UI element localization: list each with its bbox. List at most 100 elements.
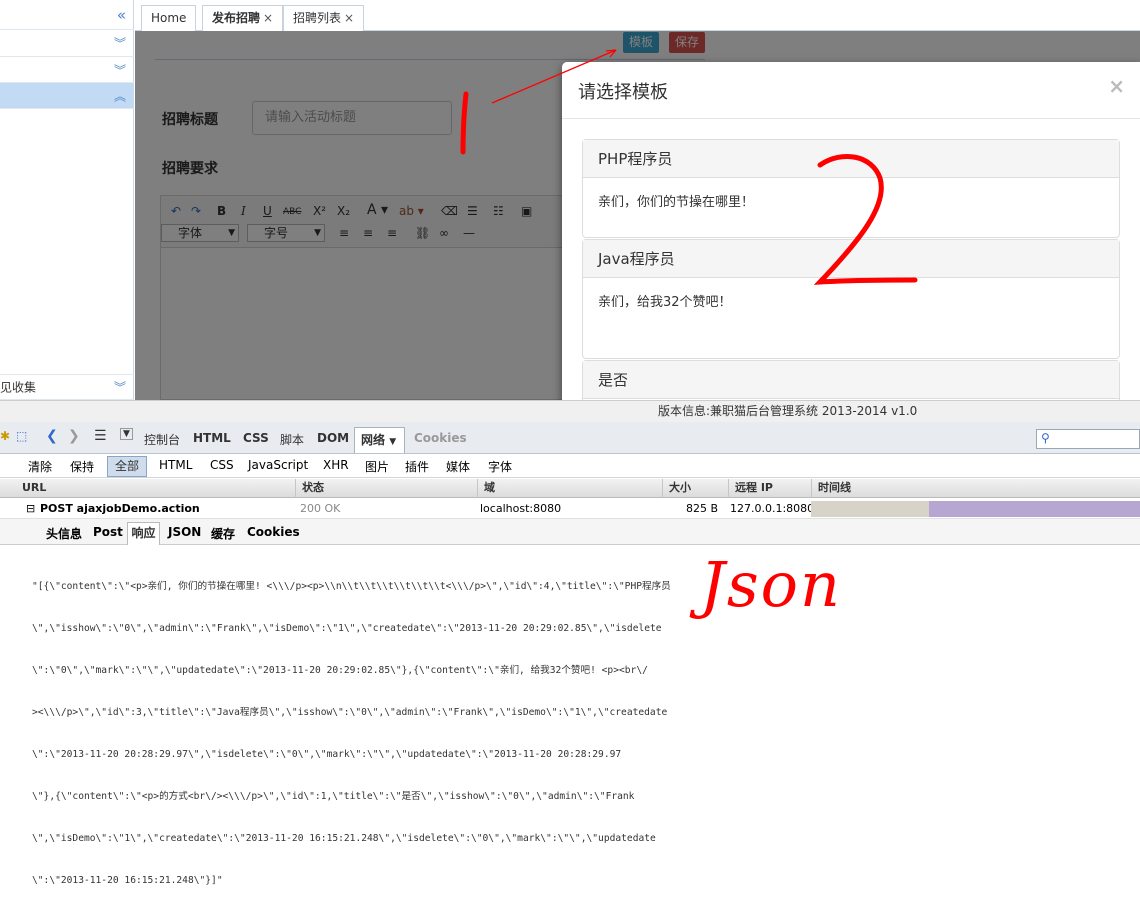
request-domain: localhost:8080	[480, 502, 562, 515]
template-body: 亲们，你们的节操在哪里！	[598, 195, 755, 210]
tab-job-list[interactable]: 招聘列表 ×	[283, 5, 365, 31]
close-icon[interactable]: ×	[263, 11, 273, 25]
filter-images[interactable]: 图片	[365, 458, 389, 475]
tab-home[interactable]: Home	[141, 5, 197, 31]
template-title: 是否	[583, 361, 1119, 399]
dropdown-arrow-icon: ▼	[389, 437, 397, 447]
close-icon[interactable]: ×	[1108, 74, 1125, 98]
filter-xhr[interactable]: XHR	[323, 458, 349, 472]
tab-label: Home	[151, 11, 187, 25]
annotation-json-label: Json	[700, 548, 842, 621]
response-line: \",\"isDemo\":\"1\",\"createdate\":\"201…	[32, 833, 656, 844]
close-icon[interactable]: ×	[344, 11, 354, 25]
clear-button[interactable]: 清除	[28, 458, 52, 475]
response-line: \":\"2013-11-20 20:28:29.97\",\"isdelete…	[32, 749, 622, 760]
search-input[interactable]: ⚲	[1036, 429, 1140, 449]
menu-icon[interactable]: ☰	[94, 428, 107, 444]
tab-cache[interactable]: 缓存	[211, 525, 235, 542]
template-title: Java程序员	[583, 240, 1119, 278]
tab-console[interactable]: 控制台	[144, 431, 180, 448]
version-info: 版本信息:兼职猫后台管理系统 2013-2014 v1.0	[658, 404, 918, 418]
double-chevron-down-icon: ︾	[113, 63, 126, 77]
template-item[interactable]: 是否	[582, 360, 1120, 400]
request-status: 200 OK	[300, 502, 341, 515]
template-item[interactable]: PHP程序员 亲们，你们的节操在哪里！	[582, 139, 1120, 238]
tab-html[interactable]: HTML	[193, 431, 231, 445]
column-url[interactable]: URL	[16, 479, 294, 498]
tab-net[interactable]: 网络 ▼	[354, 427, 405, 453]
tab-css[interactable]: CSS	[243, 431, 269, 445]
filter-html[interactable]: HTML	[159, 458, 192, 472]
sidebar: « ︾ ︾ ︽ 见收集 ︾	[0, 0, 134, 400]
sidebar-item-label: 见收集	[0, 380, 37, 395]
response-line: ><\\\/p>\",\"id\":3,\"title\":\"Java程序员\…	[32, 707, 668, 718]
modal-title: 请选择模板	[578, 82, 668, 103]
double-chevron-down-icon: ︾	[113, 380, 126, 395]
app-window: « ︾ ︾ ︽ 见收集 ︾ Home 发布招聘× 招聘列表× 模板 保存 招聘标…	[0, 0, 1140, 400]
back-icon[interactable]: ❮	[46, 428, 58, 444]
tab-dom[interactable]: DOM	[317, 431, 349, 445]
column-size[interactable]: 大小	[662, 479, 727, 498]
template-item[interactable]: Java程序员 亲们，给我32个赞吧！	[582, 239, 1120, 359]
filter-javascript[interactable]: JavaScript	[248, 458, 308, 472]
double-chevron-down-icon: ︾	[113, 36, 126, 51]
tab-publish-job[interactable]: 发布招聘 ×	[202, 5, 284, 31]
request-url[interactable]: POST ajaxjobDemo.action	[40, 499, 200, 519]
tab-cookies[interactable]: Cookies	[247, 525, 300, 539]
filter-plugins[interactable]: 插件	[405, 458, 429, 475]
modal-header: 请选择模板 ×	[562, 62, 1140, 119]
template-title: PHP程序员	[583, 140, 1119, 178]
sidebar-item-feedback[interactable]: 见收集 ︾	[0, 374, 134, 400]
tab-bar: Home 发布招聘 × 招聘列表 ×	[135, 0, 1140, 31]
sidebar-item-1[interactable]: ︾	[0, 30, 134, 57]
forward-icon[interactable]: ❯	[68, 428, 80, 444]
sidebar-collapse-row[interactable]: «	[0, 0, 134, 30]
sidebar-item-2[interactable]: ︾	[0, 57, 134, 83]
response-line: "[{\"content\":\"<p>亲们, 你们的节操在哪里! <\\\/p…	[32, 581, 671, 592]
double-chevron-left-icon[interactable]: «	[117, 6, 126, 24]
tab-label: 招聘列表	[293, 11, 342, 25]
dropdown-arrow-icon[interactable]: ▼	[120, 428, 133, 440]
persist-button[interactable]: 保持	[70, 458, 94, 475]
net-request-row[interactable]: ⊟ POST ajaxjobDemo.action 200 OK localho…	[0, 499, 1140, 519]
response-body: "[{\"content\":\"<p>亲们, 你们的节操在哪里! <\\\/p…	[32, 552, 692, 916]
request-size: 825 B	[686, 502, 719, 515]
tab-cookies[interactable]: Cookies	[414, 431, 467, 445]
double-chevron-up-icon: ︽	[113, 89, 126, 103]
template-body: 亲们，给我32个赞吧！	[598, 295, 732, 310]
filter-fonts[interactable]: 字体	[488, 458, 512, 475]
tab-response[interactable]: 响应	[127, 522, 160, 545]
response-line: \":\"0\",\"mark\":\"\",\"updatedate\":\"…	[32, 665, 648, 676]
column-timeline[interactable]: 时间线	[811, 479, 1140, 498]
firebug-panel: ✱ ⬚ ❮ ❯ ☰ ▼ 控制台 HTML CSS 脚本 DOM 网络 ▼ Coo…	[0, 422, 1140, 886]
tab-label: 网络	[361, 433, 386, 447]
footer: 版本信息:兼职猫后台管理系统 2013-2014 v1.0	[0, 400, 1140, 422]
column-domain[interactable]: 域	[477, 479, 661, 498]
response-line: \",\"isshow\":\"0\",\"admin\":\"Frank\",…	[32, 623, 662, 634]
tab-script[interactable]: 脚本	[280, 431, 304, 448]
search-icon: ⚲	[1041, 431, 1050, 445]
firebug-bug-icon[interactable]: ✱	[0, 429, 10, 443]
tab-post[interactable]: Post	[93, 525, 123, 539]
expand-toggle-icon[interactable]: ⊟	[26, 499, 35, 519]
request-detail-tabs: 头信息 Post 响应 JSON 缓存 Cookies	[0, 519, 1140, 545]
tab-json[interactable]: JSON	[168, 525, 201, 539]
net-filter-bar: 清除 保持 全部 HTML CSS JavaScript XHR 图片 插件 媒…	[0, 454, 1140, 478]
sidebar-item-active[interactable]: ︽	[0, 83, 134, 109]
filter-media[interactable]: 媒体	[446, 458, 470, 475]
response-line: \"},{\"content\":\"<p>的方式<br\/><\\\/p>\"…	[32, 791, 635, 802]
inspect-icon[interactable]: ⬚	[16, 429, 27, 443]
net-column-header: URL 状态 域 大小 远程 IP 时间线	[0, 479, 1140, 498]
tab-headers[interactable]: 头信息	[46, 525, 82, 542]
timeline-wait-bar	[811, 501, 929, 517]
template-modal: 请选择模板 × PHP程序员 亲们，你们的节操在哪里！ Java程序员 亲们，给…	[562, 62, 1140, 400]
filter-all[interactable]: 全部	[107, 456, 147, 477]
tab-label: 发布招聘	[212, 11, 261, 25]
column-remote-ip[interactable]: 远程 IP	[728, 479, 810, 498]
filter-css[interactable]: CSS	[210, 458, 234, 472]
response-line: \":\"2013-11-20 16:15:21.248\"}]"	[32, 875, 223, 886]
firebug-toolbar: ✱ ⬚ ❮ ❯ ☰ ▼ 控制台 HTML CSS 脚本 DOM 网络 ▼ Coo…	[0, 422, 1140, 454]
timeline-receive-bar	[929, 501, 1140, 517]
request-remote-ip: 127.0.0.1:8080	[730, 502, 815, 515]
column-status[interactable]: 状态	[295, 479, 476, 498]
